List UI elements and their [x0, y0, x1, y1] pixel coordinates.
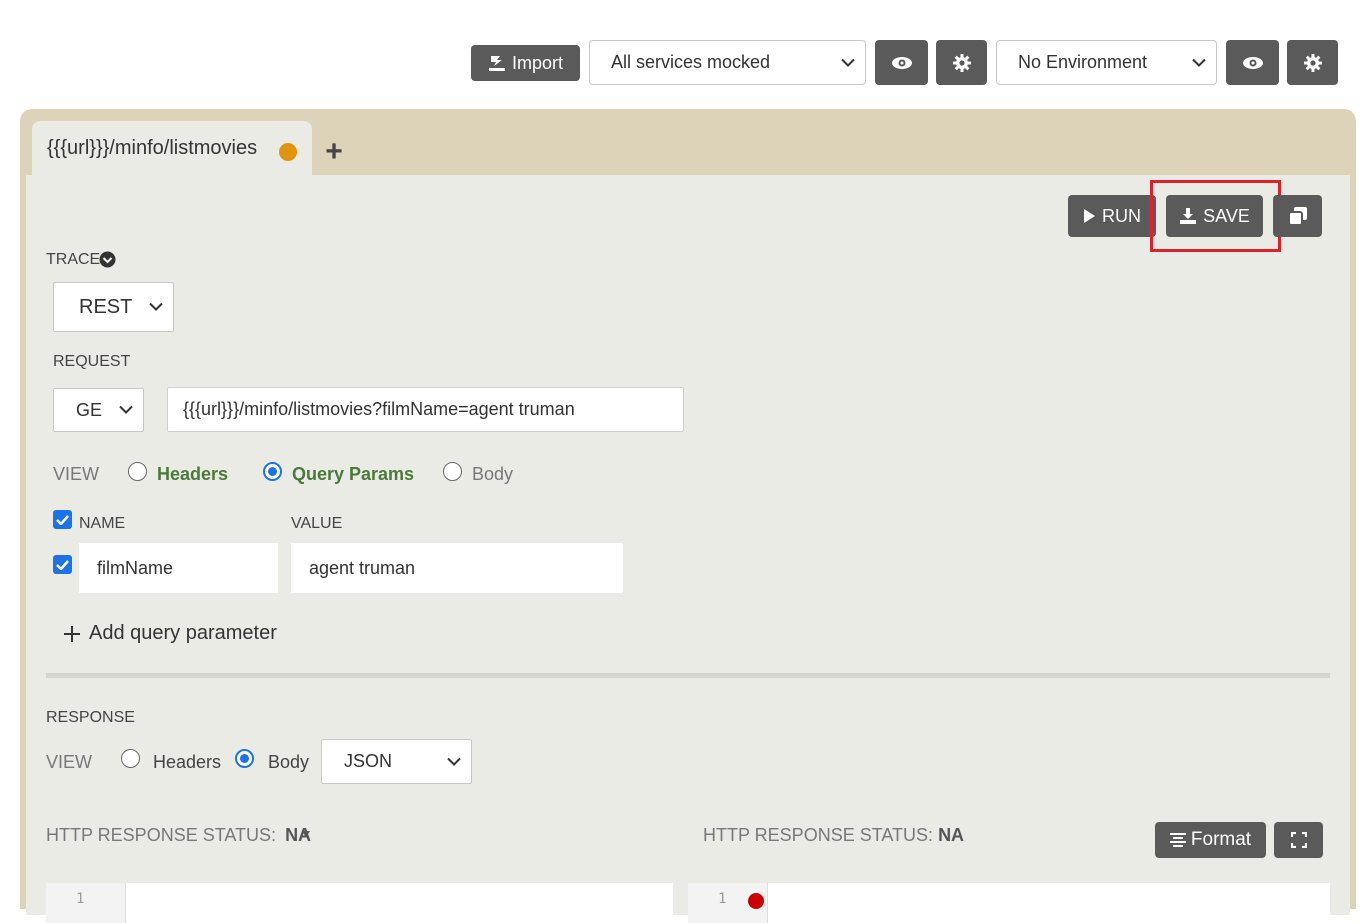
- param-value-value: agent truman: [309, 557, 416, 578]
- method-value: GE: [76, 399, 103, 420]
- response-view-label: VIEW: [46, 752, 93, 772]
- request-label: REQUEST: [53, 353, 131, 370]
- chevron-down-icon: [841, 58, 855, 67]
- expand-icon: [1290, 832, 1307, 848]
- response-body-editor[interactable]: 1: [688, 883, 1330, 923]
- request-view-label: VIEW: [53, 464, 100, 484]
- query-params-option-label[interactable]: Query Params: [292, 464, 414, 485]
- save-highlight-box: [1150, 180, 1281, 252]
- view-mocks-button[interactable]: [875, 40, 928, 85]
- copy-icon: [1287, 207, 1307, 226]
- param-name-value: filmName: [97, 557, 174, 578]
- format-button[interactable]: Format: [1155, 822, 1266, 858]
- status-right-label: HTTP RESPONSE STATUS:: [703, 825, 934, 845]
- select-all-checkbox[interactable]: [53, 510, 72, 529]
- chevron-down-icon: [149, 302, 163, 311]
- query-params-radio[interactable]: [263, 462, 282, 481]
- environment-value: No Environment: [1018, 52, 1148, 72]
- section-divider: [46, 673, 1330, 678]
- environment-settings-button[interactable]: [1287, 40, 1338, 85]
- duplicate-button[interactable]: [1273, 195, 1322, 237]
- headers-option-label[interactable]: Headers: [157, 464, 228, 485]
- play-icon: [1084, 209, 1095, 223]
- request-tab[interactable]: {{{url}}}/minfo/listmovies: [32, 121, 312, 177]
- request-body-editor[interactable]: 1: [46, 883, 673, 923]
- gear-icon: [1303, 53, 1322, 72]
- error-marker-icon: [748, 893, 764, 909]
- value-column-header: VALUE: [291, 515, 343, 532]
- body-option-label[interactable]: Body: [472, 464, 513, 485]
- chevron-down-icon: [119, 405, 133, 414]
- editor-gutter: [46, 883, 126, 923]
- check-icon: [56, 514, 69, 525]
- mock-services-select[interactable]: All services mocked: [589, 40, 866, 85]
- status-right-value: NA: [938, 825, 965, 845]
- url-input[interactable]: {{{url}}}/minfo/listmovies?filmName=agen…: [167, 387, 684, 432]
- method-select[interactable]: GE: [53, 388, 144, 432]
- param-row-checkbox[interactable]: [53, 555, 72, 574]
- headers-radio[interactable]: [128, 462, 147, 481]
- eye-icon: [891, 56, 912, 69]
- run-label: RUN: [1102, 205, 1141, 226]
- param-value-input[interactable]: agent truman: [291, 543, 623, 593]
- mock-services-value: All services mocked: [611, 52, 771, 72]
- import-icon: [488, 56, 505, 71]
- add-query-parameter-button[interactable]: Add query parameter: [64, 622, 277, 645]
- response-format-value: JSON: [344, 751, 393, 771]
- trace-label: TRACE: [46, 251, 101, 268]
- response-headers-option-label[interactable]: Headers: [153, 752, 221, 773]
- protocol-value: REST: [79, 295, 133, 318]
- response-body-option-label[interactable]: Body: [268, 752, 309, 773]
- align-center-icon: [1169, 833, 1186, 847]
- line-number: 1: [718, 891, 727, 907]
- format-label: Format: [1190, 829, 1252, 850]
- environment-select[interactable]: No Environment: [996, 40, 1217, 85]
- add-query-parameter-label: Add query parameter: [89, 622, 277, 644]
- view-environment-button[interactable]: [1226, 40, 1279, 85]
- url-value: {{{url}}}/minfo/listmovies?filmName=agen…: [183, 399, 575, 419]
- response-label: RESPONSE: [46, 709, 135, 726]
- caret-down-icon[interactable]: [302, 831, 310, 837]
- plus-icon: [64, 625, 80, 642]
- import-button[interactable]: Import: [471, 45, 580, 81]
- check-icon: [56, 559, 69, 570]
- protocol-select[interactable]: REST: [53, 282, 174, 332]
- response-status-right: HTTP RESPONSE STATUS: NA: [703, 825, 964, 846]
- eye-icon: [1242, 56, 1263, 69]
- run-button[interactable]: RUN: [1068, 195, 1156, 237]
- param-name-input[interactable]: filmName: [79, 543, 278, 593]
- response-body-radio[interactable]: [235, 749, 254, 768]
- gear-icon: [952, 53, 971, 72]
- import-label: Import: [511, 52, 563, 73]
- unsaved-indicator-icon: [279, 143, 297, 161]
- response-headers-radio[interactable]: [121, 749, 140, 768]
- chevron-down-icon: [447, 757, 461, 766]
- response-format-select[interactable]: JSON: [321, 739, 472, 784]
- status-left-label: HTTP RESPONSE STATUS:: [46, 825, 277, 845]
- response-status-left: HTTP RESPONSE STATUS: NA: [46, 825, 311, 846]
- tab-title: {{{url}}}/minfo/listmovies: [47, 137, 258, 159]
- line-number: 1: [76, 891, 85, 907]
- chevron-down-icon: [1192, 58, 1206, 67]
- fullscreen-button[interactable]: [1274, 822, 1323, 858]
- mock-settings-button[interactable]: [936, 40, 987, 85]
- add-tab-button[interactable]: +: [322, 137, 346, 167]
- name-column-header: NAME: [79, 515, 126, 532]
- body-radio[interactable]: [443, 462, 462, 481]
- chevron-circle-down-icon[interactable]: [99, 251, 116, 268]
